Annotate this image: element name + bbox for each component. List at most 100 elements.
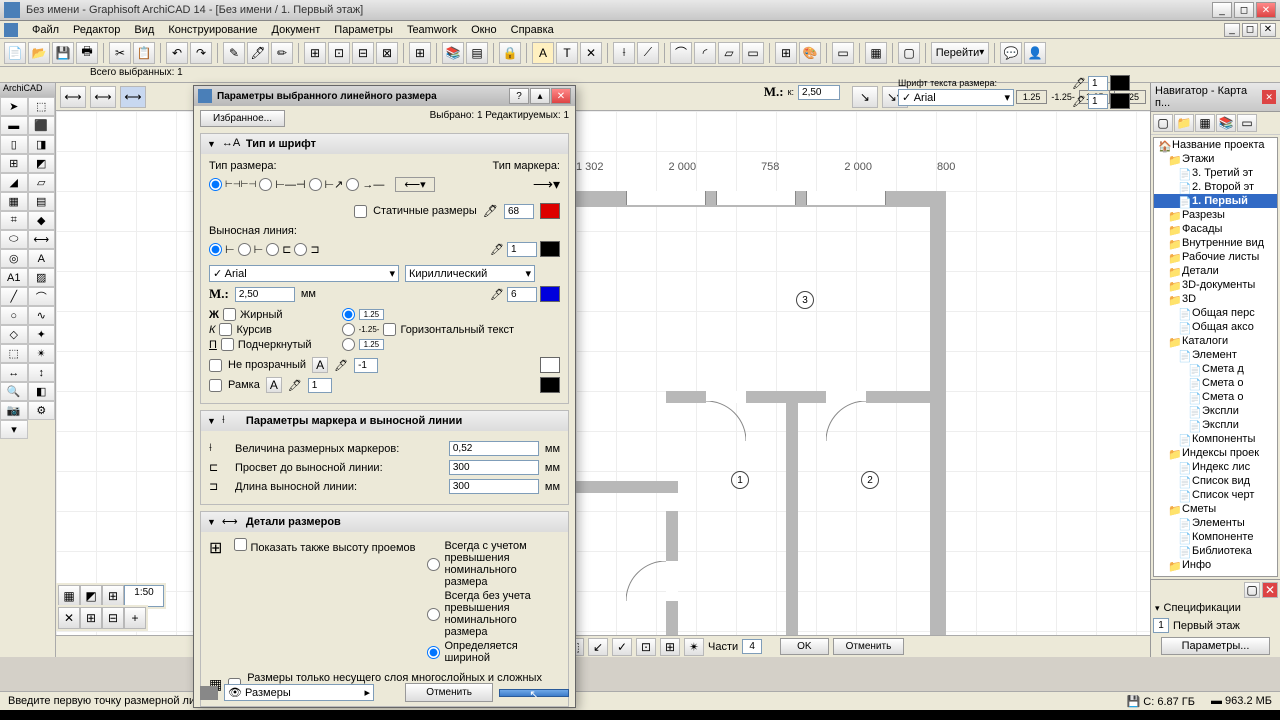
tree-item[interactable]: 📄Библиотека	[1154, 544, 1277, 558]
save-button[interactable]: 💾	[52, 42, 74, 64]
menu-help[interactable]: Справка	[505, 23, 560, 37]
paste-button[interactable]: 📋	[133, 42, 155, 64]
chat-button[interactable]: 💬	[1000, 42, 1022, 64]
section-details[interactable]: ▼⟷ Детали размеров	[201, 512, 568, 532]
cr6[interactable]: ✴	[684, 638, 704, 656]
goto-dropdown[interactable]: Перейти ▾	[931, 42, 989, 64]
disp1[interactable]: ▭	[832, 42, 854, 64]
tool-wall[interactable]: ▬	[0, 116, 28, 135]
text-t[interactable]: T	[556, 42, 578, 64]
user-button[interactable]: 👤	[1024, 42, 1046, 64]
tree-item[interactable]: 📄3. Третий эт	[1154, 166, 1277, 180]
bc2[interactable]: ◩	[80, 585, 102, 607]
tree-item[interactable]: 📁Детали	[1154, 264, 1277, 278]
undo-button[interactable]: ↶	[166, 42, 188, 64]
tool-camera[interactable]: 📷	[0, 401, 28, 420]
text-a[interactable]: A	[532, 42, 554, 64]
cr3[interactable]: ✓	[612, 638, 632, 656]
align2[interactable]: ⟋	[637, 42, 659, 64]
menu-teamwork[interactable]: Teamwork	[401, 23, 463, 37]
story-button[interactable]: ▤	[466, 42, 488, 64]
disp3[interactable]: ▢	[898, 42, 920, 64]
doc-maximize[interactable]: ◻	[1242, 23, 1258, 37]
tree-item[interactable]: 📄Список вид	[1154, 474, 1277, 488]
tree-item[interactable]: 📁Индексы проек	[1154, 446, 1277, 460]
tool-detail[interactable]: 🔍	[0, 382, 28, 401]
arc2[interactable]: ◜	[694, 42, 716, 64]
text-x[interactable]: ✕	[580, 42, 602, 64]
tool-hotspot[interactable]: ✦	[28, 325, 56, 344]
tool-slab[interactable]: ▱	[28, 173, 56, 192]
nt4[interactable]: 📚	[1216, 114, 1236, 132]
nt2[interactable]: 📁	[1174, 114, 1194, 132]
tool-curtain[interactable]: ▤	[28, 192, 56, 211]
tree-item[interactable]: 📄Элементы	[1154, 516, 1277, 530]
scale-input[interactable]: 1:50	[124, 585, 164, 607]
dialog-min[interactable]: ▴	[530, 88, 550, 104]
tree-item[interactable]: 📁Внутренние вид	[1154, 236, 1277, 250]
ib-btn3[interactable]: ⟷	[120, 86, 146, 108]
nt5[interactable]: ▭	[1237, 114, 1257, 132]
spec-ctrl1[interactable]: ▢	[1244, 582, 1260, 598]
print-button[interactable]: 🖶	[76, 42, 98, 64]
menu-construct[interactable]: Конструирование	[162, 23, 263, 37]
tree-item[interactable]: 📁Фасады	[1154, 222, 1277, 236]
spec-n[interactable]: 1	[1153, 618, 1169, 633]
bc3[interactable]: ⊞	[102, 585, 124, 607]
tree-item[interactable]: 📁Инфо	[1154, 558, 1277, 572]
tool-poly[interactable]: ◇	[0, 325, 28, 344]
tool-stair[interactable]: ⌗	[0, 211, 28, 230]
cut-button[interactable]: ✂	[109, 42, 131, 64]
tool-roof[interactable]: ◢	[0, 173, 28, 192]
bc1[interactable]: ▦	[58, 585, 80, 607]
pick-button[interactable]: ✎	[223, 42, 245, 64]
pen-color[interactable]	[540, 286, 560, 302]
size-input-dlg[interactable]	[235, 287, 295, 302]
lock-button[interactable]: 🔒	[499, 42, 521, 64]
menu-document[interactable]: Документ	[266, 23, 327, 37]
tool-level[interactable]: ◎	[0, 249, 28, 268]
grid-button[interactable]: ⊞	[409, 42, 431, 64]
tool-figure[interactable]: ⬚	[0, 344, 28, 363]
tree-item[interactable]: 📁Разрезы	[1154, 208, 1277, 222]
cr4[interactable]: ⊡	[636, 638, 656, 656]
tree-item[interactable]: 📄Экспли	[1154, 418, 1277, 432]
tool-elev[interactable]: ↕	[28, 363, 56, 382]
layer-button[interactable]: 📚	[442, 42, 464, 64]
tool-more[interactable]: ▾	[0, 420, 28, 439]
view2[interactable]: 🎨	[799, 42, 821, 64]
lc4[interactable]: +	[124, 607, 146, 629]
tree-item[interactable]: 📄Смета д	[1154, 362, 1277, 376]
tree-item[interactable]: 📄Смета о	[1154, 390, 1277, 404]
ib-btn2[interactable]: ⟷	[90, 86, 116, 108]
menu-window[interactable]: Окно	[465, 23, 503, 37]
tool-object[interactable]: ◆	[28, 211, 56, 230]
maximize-button[interactable]: ◻	[1234, 2, 1254, 18]
tree-item[interactable]: 📁Рабочие листы	[1154, 250, 1277, 264]
cancel-button[interactable]: Отменить	[833, 638, 905, 655]
tree-item[interactable]: 📄Элемент	[1154, 348, 1277, 362]
tree-item[interactable]: 📄Компоненты	[1154, 432, 1277, 446]
static-check[interactable]	[354, 205, 367, 218]
section-type-font[interactable]: ▼↔A Тип и шрифт	[201, 134, 568, 154]
notransp-check[interactable]	[209, 359, 222, 372]
shape2[interactable]: ▭	[742, 42, 764, 64]
underline-check[interactable]	[221, 338, 234, 351]
tool-misc[interactable]: ⚙	[28, 401, 56, 420]
tool-line[interactable]: ╱	[0, 287, 28, 306]
tool-beam[interactable]: ⬛	[28, 116, 56, 135]
tool-fill[interactable]: ▨	[28, 268, 56, 287]
tree-item[interactable]: 📄Общая аксо	[1154, 320, 1277, 334]
italic-check[interactable]	[219, 323, 232, 336]
new-button[interactable]: 📄	[4, 42, 26, 64]
nt3[interactable]: ▦	[1195, 114, 1215, 132]
tool-section[interactable]: ↔	[0, 363, 28, 382]
ib-btn1[interactable]: ⟷	[60, 86, 86, 108]
ok-button[interactable]: OK	[780, 638, 828, 655]
tree-item[interactable]: 📁Каталоги	[1154, 334, 1277, 348]
snap1[interactable]: ⊞	[304, 42, 326, 64]
pen-val[interactable]	[507, 287, 537, 302]
ext-color[interactable]	[540, 241, 560, 257]
tool-column[interactable]: ▯	[0, 135, 28, 154]
favorites-button[interactable]: Избранное...	[200, 110, 285, 127]
